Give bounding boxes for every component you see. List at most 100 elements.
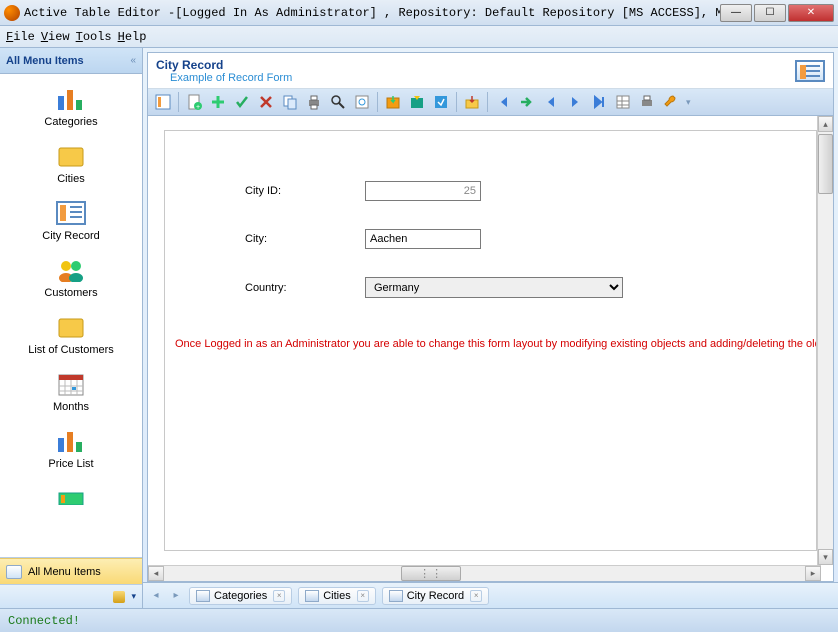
sidebar-item-months[interactable]: Months [0, 365, 142, 418]
close-button[interactable]: ✕ [788, 4, 834, 22]
tb-cancel-icon[interactable] [255, 91, 277, 113]
city-id-label: City ID: [165, 185, 365, 197]
sidebar-label: Categories [44, 116, 97, 128]
tb-form-icon[interactable] [152, 91, 174, 113]
sidebar-item-more[interactable] [0, 479, 142, 520]
tb-copy-icon[interactable] [279, 91, 301, 113]
sidebar-items: Categories Cities City Record Customers … [0, 74, 142, 557]
window-title: Active Table Editor -[Logged In As Admin… [24, 6, 720, 20]
tb-printer-icon[interactable] [636, 91, 658, 113]
tab-label: Categories [214, 590, 267, 602]
tabs-next-icon[interactable]: ▸ [169, 590, 183, 601]
sidebar-item-customers[interactable]: Customers [0, 251, 142, 304]
scroll-left-icon[interactable]: ◂ [148, 566, 164, 581]
sidebar-item-price-list[interactable]: Price List [0, 422, 142, 475]
tb-last-icon[interactable] [588, 91, 610, 113]
tb-play-icon[interactable] [564, 91, 586, 113]
lock-icon[interactable] [113, 591, 125, 603]
city-field[interactable] [365, 229, 481, 249]
tab-close-icon[interactable]: × [357, 590, 369, 602]
tab-icon [196, 590, 210, 602]
sidebar-footer: All Menu Items ▾ [0, 557, 142, 608]
tab-close-icon[interactable]: × [273, 590, 285, 602]
titlebar: Active Table Editor -[Logged In As Admin… [0, 0, 838, 26]
app-icon [4, 5, 20, 21]
minimize-button[interactable]: — [720, 4, 752, 22]
tb-preview-icon[interactable] [351, 91, 373, 113]
card-subtitle: Example of Record Form [170, 72, 795, 84]
sidebar-label: City Record [42, 230, 99, 242]
form-icon [54, 199, 88, 227]
admin-note: Once Logged in as an Administrator you a… [165, 338, 816, 350]
scroll-down-icon[interactable]: ▾ [818, 549, 833, 565]
chevron-down-icon[interactable]: ▾ [131, 591, 136, 602]
form-header-icon [795, 60, 825, 82]
folder-icon [54, 142, 88, 170]
toolbar-more-icon[interactable]: ▾ [686, 97, 691, 108]
collapse-icon[interactable]: « [130, 55, 136, 66]
tb-first-icon[interactable] [492, 91, 514, 113]
sidebar-label: Price List [48, 458, 93, 470]
tb-export2-icon[interactable] [406, 91, 428, 113]
tabs-prev-icon[interactable]: ◂ [149, 590, 163, 601]
tb-add-icon[interactable] [207, 91, 229, 113]
menu-file[interactable]: File [6, 30, 35, 44]
form-area: City ID: City: Country: Germany Once Log… [148, 116, 833, 581]
tb-print-icon[interactable] [303, 91, 325, 113]
scroll-up-icon[interactable]: ▴ [818, 116, 833, 132]
tb-prev-icon[interactable] [540, 91, 562, 113]
scroll-right-icon[interactable]: ▸ [805, 566, 821, 581]
city-id-field[interactable] [365, 181, 481, 201]
status-text: Connected! [8, 614, 80, 628]
tab-close-icon[interactable]: × [470, 590, 482, 602]
sidebar-footer-tools: ▾ [0, 584, 142, 608]
sidebar-label: List of Customers [28, 344, 114, 356]
tab-label: Cities [323, 590, 351, 602]
vertical-scrollbar[interactable]: ▴ ▾ [817, 116, 833, 565]
sidebar-title: All Menu Items [6, 55, 84, 67]
tab-icon [305, 590, 319, 602]
country-select[interactable]: Germany [365, 277, 623, 298]
sidebar-item-cities[interactable]: Cities [0, 137, 142, 190]
sidebar-item-categories[interactable]: Categories [0, 80, 142, 133]
country-label: Country: [165, 282, 365, 294]
horizontal-scrollbar[interactable]: ◂ ⋮⋮ ▸ [148, 565, 821, 581]
content: City Record Example of Record Form + [143, 48, 838, 608]
form-panel: City ID: City: Country: Germany Once Log… [164, 130, 817, 551]
maximize-button[interactable]: ☐ [754, 4, 786, 22]
users-icon [54, 256, 88, 284]
sidebar-label: Cities [57, 173, 85, 185]
window-icon [54, 484, 88, 512]
tb-export1-icon[interactable] [382, 91, 404, 113]
scroll-thumb[interactable]: ⋮⋮ [401, 566, 461, 581]
tb-ok-icon[interactable] [231, 91, 253, 113]
menu-view[interactable]: View [41, 30, 70, 44]
tb-export3-icon[interactable] [430, 91, 452, 113]
city-label: City: [165, 233, 365, 245]
sidebar-item-city-record[interactable]: City Record [0, 194, 142, 247]
tb-new-icon[interactable]: + [183, 91, 205, 113]
chart-icon [54, 85, 88, 113]
tabs-bar: ◂ ▸ Categories × Cities × City Record × [143, 582, 838, 608]
sidebar-footer-all[interactable]: All Menu Items [0, 558, 142, 584]
statusbar: Connected! [0, 608, 838, 632]
tb-tool-icon[interactable] [660, 91, 682, 113]
tab-icon [389, 590, 403, 602]
tab-label: City Record [407, 590, 464, 602]
tab-cities[interactable]: Cities × [298, 587, 376, 605]
sidebar-item-list-customers[interactable]: List of Customers [0, 308, 142, 361]
menu-help[interactable]: Help [118, 30, 147, 44]
list-icon [6, 565, 22, 579]
sidebar-label: Months [53, 401, 89, 413]
tb-import-icon[interactable] [461, 91, 483, 113]
tb-find-icon[interactable] [327, 91, 349, 113]
tab-categories[interactable]: Categories × [189, 587, 292, 605]
tb-grid-icon[interactable] [612, 91, 634, 113]
tab-city-record[interactable]: City Record × [382, 587, 489, 605]
tb-next-green-icon[interactable] [516, 91, 538, 113]
menu-tools[interactable]: Tools [76, 30, 112, 44]
card-header: City Record Example of Record Form [148, 53, 833, 89]
sidebar-footer-label: All Menu Items [28, 566, 101, 578]
sidebar: All Menu Items « Categories Cities City … [0, 48, 143, 608]
scroll-thumb[interactable] [818, 134, 833, 194]
